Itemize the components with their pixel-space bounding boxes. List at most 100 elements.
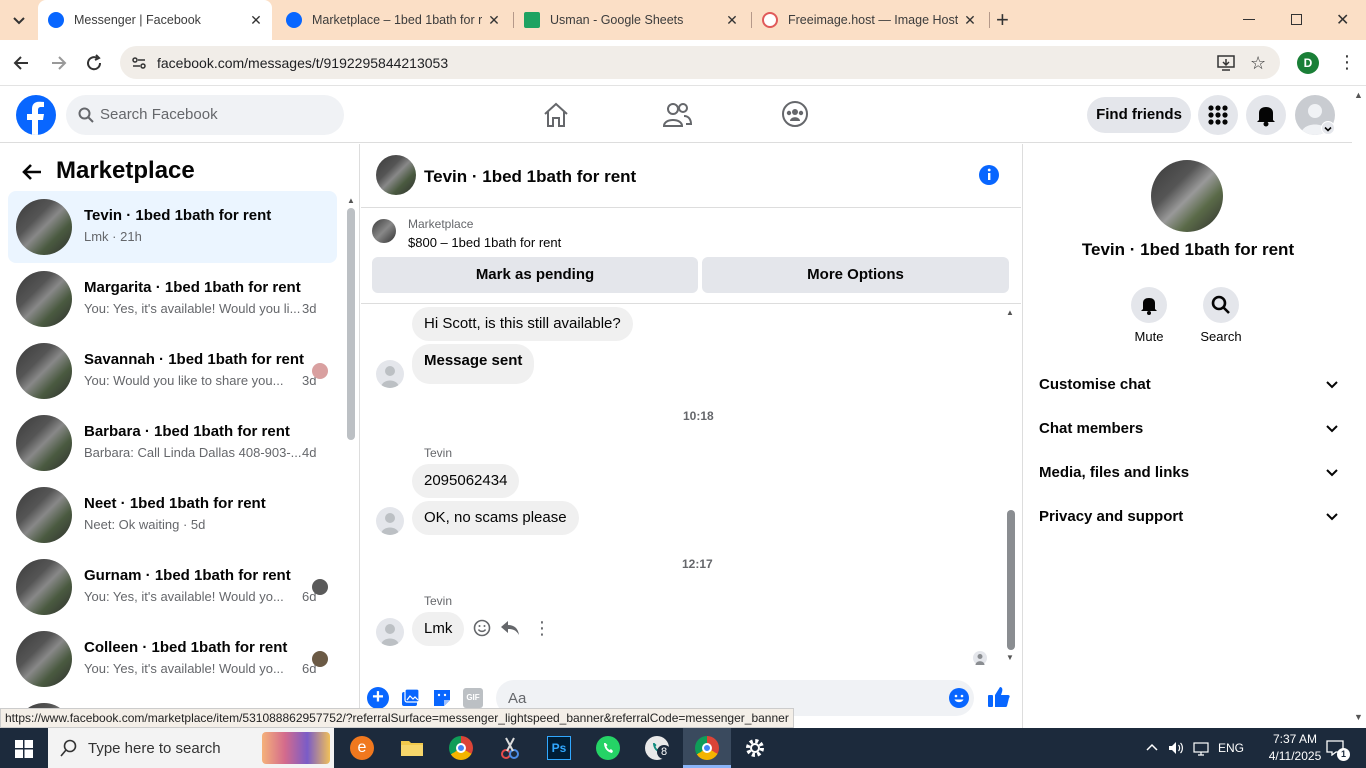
conversation-name: Gurnam · 1bed 1bath for rent (84, 567, 291, 584)
profile-name: Tevin · 1bed 1bath for rent (1081, 240, 1295, 259)
listing-thumbnail[interactable] (372, 219, 396, 243)
conversation-item[interactable]: Savannah · 1bed 1bath for rent You: Woul… (8, 335, 337, 407)
home-icon[interactable] (542, 101, 570, 134)
chat-avatar[interactable] (376, 155, 416, 195)
install-app-icon[interactable] (1217, 54, 1235, 77)
chrome-profile-icon[interactable] (695, 736, 719, 760)
tab-freeimage[interactable]: Freeimage.host — Image Hostin ✕ (752, 0, 986, 40)
add-attachment-icon[interactable]: + (367, 687, 389, 709)
close-tab-icon[interactable]: ✕ (486, 12, 502, 28)
show-hidden-icons-icon[interactable] (1145, 740, 1159, 759)
account-chevron-icon[interactable] (1321, 121, 1335, 135)
back-arrow-icon[interactable] (12, 53, 32, 78)
input-language-indicator[interactable]: ENG (1218, 741, 1244, 755)
browser-menu-icon[interactable]: ⋮ (1338, 52, 1356, 72)
close-tab-icon[interactable]: ✕ (248, 12, 264, 28)
profile-avatar[interactable] (1151, 160, 1223, 232)
conversation-name: Tevin · 1bed 1bath for rent (84, 207, 272, 224)
chevron-down-icon (1325, 499, 1339, 549)
tab-marketplace[interactable]: Marketplace – 1bed 1bath for r ✕ (276, 0, 510, 40)
find-friends-button[interactable]: Find friends (1087, 97, 1191, 133)
conversation-item[interactable]: Barbara · 1bed 1bath for rent Barbara: C… (8, 407, 337, 479)
conversation-item[interactable]: Tevin · 1bed 1bath for rent Lmk · 21h (8, 191, 337, 263)
forward-arrow-icon[interactable] (48, 53, 68, 78)
conversation-name: Margarita · 1bed 1bath for rent (84, 279, 301, 296)
restore-window-icon[interactable] (1291, 14, 1302, 25)
conversation-item[interactable]: Margarita · 1bed 1bath for rent You: Yes… (8, 263, 337, 335)
read-receipt-avatar (312, 579, 328, 595)
volume-icon[interactable] (1168, 740, 1184, 761)
page-scroll-down-icon[interactable]: ▼ (1354, 712, 1363, 722)
chat-members-section[interactable]: Chat members (1039, 411, 1339, 447)
mute-button[interactable] (1131, 287, 1167, 323)
chat-scroll-down-icon[interactable]: ▼ (1006, 653, 1014, 662)
whatsapp-icon[interactable] (596, 736, 620, 760)
bookmark-star-icon[interactable]: ☆ (1250, 53, 1266, 74)
reply-icon[interactable] (500, 619, 520, 642)
page-scroll-up-icon[interactable]: ▲ (1354, 90, 1363, 100)
tab-messenger[interactable]: Messenger | Facebook ✕ (38, 0, 272, 40)
more-options-button[interactable]: More Options (702, 257, 1009, 293)
emoji-icon[interactable] (948, 687, 970, 714)
tab-google-sheets[interactable]: Usman - Google Sheets ✕ (514, 0, 748, 40)
facebook-search-input[interactable]: Search Facebook (66, 95, 344, 135)
reload-icon[interactable] (84, 53, 104, 78)
gif-icon[interactable]: GIF (463, 688, 483, 708)
menu-grid-button[interactable] (1198, 95, 1238, 135)
windows-start-icon[interactable] (15, 740, 33, 763)
facebook-logo-icon[interactable] (16, 95, 56, 135)
bell-icon (1257, 107, 1275, 127)
close-tab-icon[interactable]: ✕ (724, 12, 740, 28)
photoshop-icon[interactable]: Ps (547, 736, 571, 760)
file-explorer-icon[interactable] (400, 736, 424, 760)
section-label: Chat members (1039, 420, 1144, 437)
mark-as-pending-button[interactable]: Mark as pending (372, 257, 698, 293)
customise-chat-section[interactable]: Customise chat (1039, 367, 1339, 403)
network-icon[interactable] (1193, 740, 1209, 761)
conversation-item[interactable]: Neet · 1bed 1bath for rent Neet: Ok wait… (8, 479, 337, 551)
search-in-chat-button[interactable] (1203, 287, 1239, 323)
windows-taskbar: Type here to search e Ps 8 ENG 7:37 AM 4… (0, 728, 1366, 768)
back-arrow-icon[interactable] (20, 161, 44, 188)
timestamp: 12:17 (682, 557, 713, 571)
media-files-links-section[interactable]: Media, files and links (1039, 455, 1339, 491)
clock-time: 7:37 AM (1272, 732, 1318, 746)
taskbar-search-input[interactable]: Type here to search (48, 728, 334, 768)
minimize-window-icon[interactable] (1243, 19, 1255, 20)
address-bar[interactable]: facebook.com/messages/t/9192295844213053… (120, 46, 1280, 79)
settings-gear-icon[interactable] (743, 736, 767, 760)
search-icon (78, 107, 94, 128)
chat-title[interactable]: Tevin · 1bed 1bath for rent (424, 167, 636, 187)
info-icon[interactable] (978, 164, 1000, 191)
new-tab-icon[interactable]: + (996, 9, 1016, 31)
status-link-url: https://www.facebook.com/marketplace/ite… (0, 708, 794, 728)
groups-icon[interactable] (781, 100, 809, 133)
close-window-icon[interactable]: ✕ (1336, 10, 1349, 30)
snipping-tool-icon[interactable] (498, 736, 522, 760)
friends-icon[interactable] (662, 101, 693, 134)
conversation-item[interactable]: Gurnam · 1bed 1bath for rent You: Yes, i… (8, 551, 337, 623)
notifications-button[interactable] (1246, 95, 1286, 135)
listing-title[interactable]: $800 – 1bed 1bath for rent (408, 235, 561, 250)
search-highlight-icon[interactable] (262, 732, 330, 764)
profile-avatar[interactable]: D (1297, 52, 1319, 74)
panel-title: Marketplace (56, 157, 195, 184)
conversation-item[interactable]: Colleen · 1bed 1bath for rent You: Yes, … (8, 623, 337, 695)
react-emoji-icon[interactable] (472, 618, 492, 643)
chat-scroll-up-icon[interactable]: ▲ (1006, 308, 1014, 317)
site-info-icon[interactable] (130, 54, 148, 77)
conversation-time: 4d (302, 445, 317, 460)
edge-browser-icon[interactable]: e (350, 736, 374, 760)
chrome-icon[interactable] (449, 736, 473, 760)
conversation-preview: You: Yes, it's available! Would yo... (84, 589, 284, 604)
list-scrollbar[interactable] (347, 208, 355, 440)
message-bubble: Lmk (412, 612, 465, 646)
tab-search-dropdown-icon[interactable] (8, 10, 30, 30)
close-tab-icon[interactable]: ✕ (962, 12, 978, 28)
like-thumb-icon[interactable] (987, 685, 1011, 714)
taskbar-clock[interactable]: 7:37 AM 4/11/2025 (1260, 731, 1330, 765)
chat-scrollbar[interactable] (1007, 510, 1015, 650)
privacy-support-section[interactable]: Privacy and support (1039, 499, 1339, 535)
list-scroll-up-icon[interactable]: ▲ (347, 196, 355, 205)
more-actions-icon[interactable]: ⋮ (533, 618, 551, 638)
